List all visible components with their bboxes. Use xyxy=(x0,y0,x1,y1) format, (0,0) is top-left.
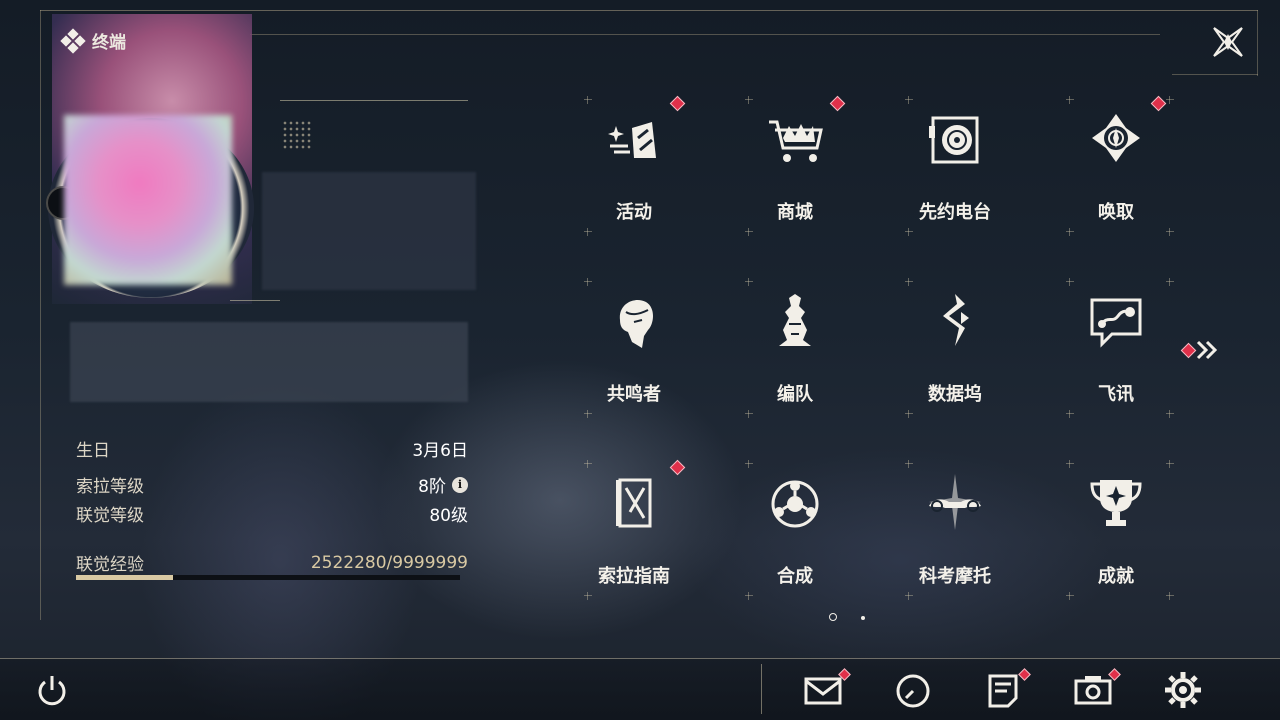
mail-icon[interactable] xyxy=(803,670,843,710)
frame-left-line xyxy=(40,10,41,620)
terminal-icon xyxy=(60,27,86,54)
union-exp-value: 2522280/9999999 xyxy=(310,552,468,573)
menu-item-resonator[interactable]: 共鸣者 xyxy=(574,282,694,432)
menu-item-label: 数据坞 xyxy=(928,384,982,405)
radio-icon xyxy=(929,116,979,164)
union-level-value: 80级 xyxy=(429,506,468,526)
convene-icon xyxy=(1092,114,1140,162)
bottom-separator xyxy=(761,664,762,714)
sola-level-value: 8阶 xyxy=(418,477,446,497)
trophy-icon xyxy=(1090,480,1142,526)
avatar[interactable] xyxy=(64,115,232,285)
union-exp-label: 联觉经验 xyxy=(76,555,144,575)
player-name-redacted xyxy=(262,172,476,290)
birthday-label: 生日 xyxy=(76,441,110,461)
divider xyxy=(280,100,468,101)
activity-icon xyxy=(608,122,656,158)
page-indicator-active[interactable] xyxy=(829,613,837,621)
menu-item-label: 先约电台 xyxy=(919,202,991,223)
union-exp-progress xyxy=(76,575,460,580)
dot-grid-decoration xyxy=(282,120,312,150)
frame-inner-line-right xyxy=(1172,74,1258,75)
player-signature-redacted xyxy=(70,322,468,402)
next-page-arrow-icon[interactable] xyxy=(1180,338,1220,362)
menu-item-shop[interactable]: 商城 xyxy=(735,100,855,250)
menu-item-label: 唤取 xyxy=(1098,202,1134,223)
motorcycle-icon xyxy=(929,474,981,530)
team-icon xyxy=(779,294,811,346)
union-exp-row: 联觉经验 2522280/9999999 xyxy=(76,550,468,576)
clock-icon[interactable] xyxy=(893,670,933,710)
guidebook-icon xyxy=(616,478,652,528)
birthday-row: 生日 3月6日 xyxy=(76,436,468,461)
camera-icon[interactable] xyxy=(1073,670,1113,710)
menu-item-label: 共鸣者 xyxy=(607,384,661,405)
divider xyxy=(230,300,280,301)
notice-icon[interactable] xyxy=(983,670,1023,710)
menu-item-activity[interactable]: 活动 xyxy=(574,100,694,250)
menu-item-label: 合成 xyxy=(777,566,813,587)
settings-icon[interactable] xyxy=(1163,670,1203,710)
menu-item-team[interactable]: 编队 xyxy=(735,282,855,432)
menu-item-label: 飞讯 xyxy=(1098,384,1134,405)
frame-inner-line xyxy=(250,34,1160,35)
info-icon[interactable]: i xyxy=(452,476,468,493)
close-icon[interactable] xyxy=(1210,24,1246,60)
menu-item-radio[interactable]: 先约电台 xyxy=(895,100,1015,250)
menu-item-motorcycle[interactable]: 科考摩托 xyxy=(895,464,1015,614)
union-level-row: 联觉等级 80级 xyxy=(76,501,468,526)
sola-level-row: 索拉等级 8阶 i xyxy=(76,472,468,497)
menu-item-label: 索拉指南 xyxy=(598,566,670,587)
power-icon[interactable] xyxy=(32,670,72,710)
frame-right-line xyxy=(1257,10,1258,76)
menu-item-label: 科考摩托 xyxy=(919,566,991,587)
menu-item-convene[interactable]: 唤取 xyxy=(1056,100,1176,250)
birthday-value: 3月6日 xyxy=(412,441,468,461)
menu-item-label: 活动 xyxy=(616,202,652,223)
sola-level-label: 索拉等级 xyxy=(76,477,144,497)
page-indicator[interactable] xyxy=(861,616,865,620)
menu-item-synthesis[interactable]: 合成 xyxy=(735,464,855,614)
shop-icon xyxy=(769,120,823,162)
message-icon xyxy=(1090,298,1142,348)
resonator-icon xyxy=(619,300,653,348)
menu-item-guidebook[interactable]: 索拉指南 xyxy=(574,464,694,614)
menu-item-label: 成就 xyxy=(1098,566,1134,587)
menu-item-label: 编队 xyxy=(777,384,813,405)
page-title: 终端 xyxy=(60,27,126,54)
union-exp-progress-fill xyxy=(76,575,173,580)
menu-item-message[interactable]: 飞讯 xyxy=(1056,282,1176,432)
title-text: 终端 xyxy=(92,33,126,53)
data-bank-icon xyxy=(943,294,969,346)
menu-item-data-bank[interactable]: 数据坞 xyxy=(895,282,1015,432)
menu-item-label: 商城 xyxy=(777,202,813,223)
synthesis-icon xyxy=(771,480,819,528)
union-level-label: 联觉等级 xyxy=(76,506,144,526)
frame-top-line xyxy=(40,10,1258,11)
bottom-divider xyxy=(0,658,1280,659)
menu-item-achievement[interactable]: 成就 xyxy=(1056,464,1176,614)
